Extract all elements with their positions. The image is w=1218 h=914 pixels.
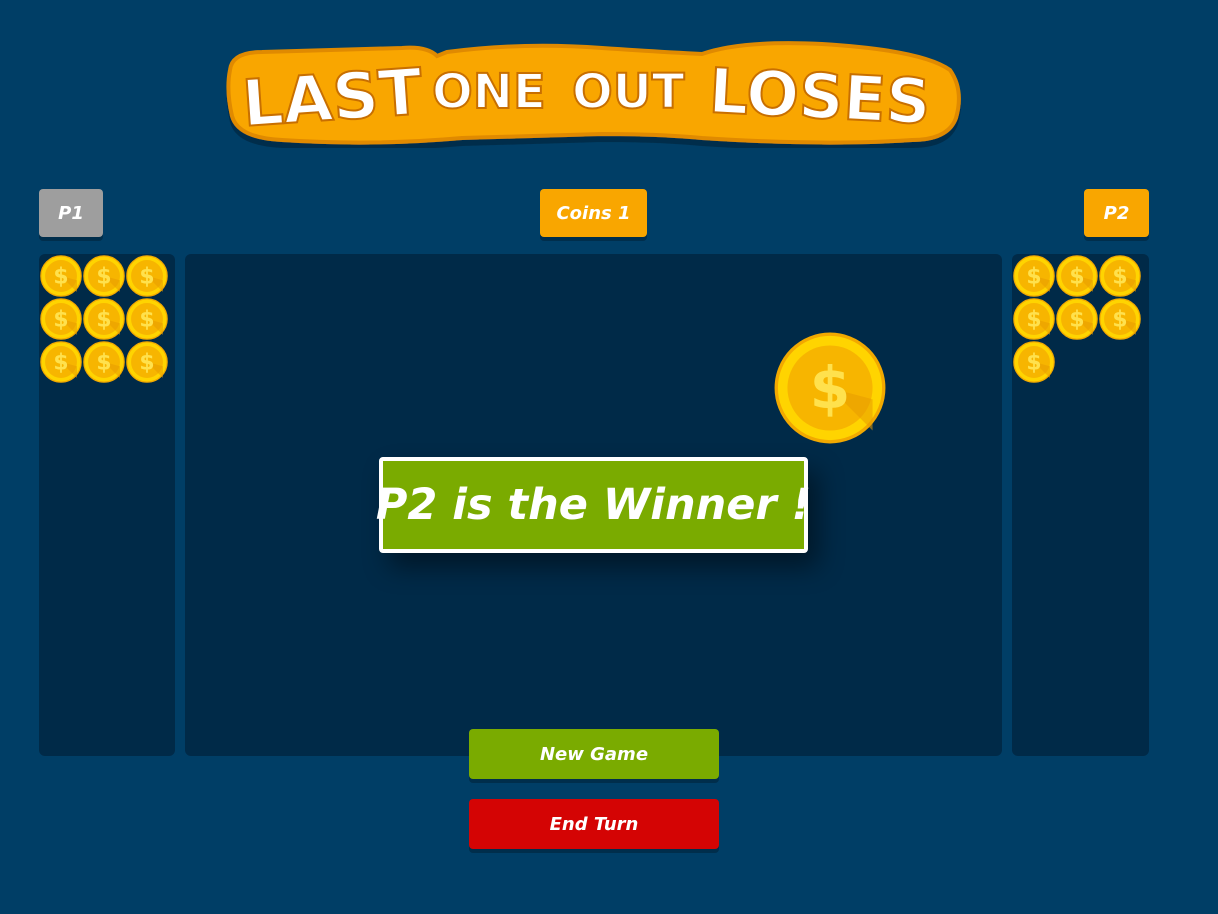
player-1-label: P1 <box>39 189 103 237</box>
logo-word-one: ONE <box>432 64 546 120</box>
logo-word-out: OUT <box>572 64 685 120</box>
svg-text:$: $ <box>1026 307 1041 332</box>
player-1-coin: $ <box>39 297 82 340</box>
logo-word-loses: LOSES <box>707 54 932 139</box>
player-2-label: P2 <box>1084 189 1149 237</box>
dollar-coin-icon: $ <box>1098 297 1141 340</box>
player-2-coin: $ <box>1055 297 1098 340</box>
dollar-coin-icon: $ <box>82 297 125 340</box>
svg-text:$: $ <box>139 264 154 289</box>
svg-text:$: $ <box>1026 350 1041 375</box>
dollar-coin-icon: $ <box>125 297 168 340</box>
svg-text:$: $ <box>810 354 851 422</box>
pile-coin[interactable]: $ <box>774 332 886 444</box>
logo-word-last: LAST <box>240 56 425 142</box>
dollar-coin-icon: $ <box>82 340 125 383</box>
game-stage: LAST ONE OUT LOSES P1 Coins 1 P2 $ $ $ $ $ $ $… <box>0 0 1218 914</box>
dollar-coin-icon: $ <box>1055 297 1098 340</box>
player-1-coin: $ <box>82 254 125 297</box>
game-logo: LAST ONE OUT LOSES <box>222 30 962 148</box>
svg-text:$: $ <box>96 350 111 375</box>
player-2-coin: $ <box>1012 297 1055 340</box>
player-1-coin: $ <box>82 297 125 340</box>
coins-remaining-label: Coins 1 <box>540 189 647 237</box>
winner-banner: P2 is the Winner ! <box>376 457 811 553</box>
player-1-coin: $ <box>82 340 125 383</box>
new-game-button[interactable]: New Game <box>469 729 719 779</box>
svg-text:$: $ <box>1026 264 1041 289</box>
svg-text:$: $ <box>53 350 68 375</box>
svg-text:$: $ <box>96 307 111 332</box>
dollar-coin-icon: $ <box>1098 254 1141 297</box>
player-1-coin: $ <box>125 254 168 297</box>
svg-text:$: $ <box>53 264 68 289</box>
svg-text:$: $ <box>1069 307 1084 332</box>
player-2-coin-grid: $ $ $ $ $ $ $ <box>1012 254 1148 383</box>
svg-text:$: $ <box>53 307 68 332</box>
player-1-coin: $ <box>125 340 168 383</box>
player-1-coin: $ <box>39 340 82 383</box>
end-turn-button[interactable]: End Turn <box>469 799 719 849</box>
player-1-coin: $ <box>39 254 82 297</box>
svg-text:$: $ <box>1112 307 1127 332</box>
dollar-coin-icon: $ <box>1012 340 1055 383</box>
player-2-coin: $ <box>1012 340 1055 383</box>
player-1-coin-grid: $ $ $ $ $ $ $ $ $ <box>39 254 175 383</box>
svg-text:$: $ <box>1069 264 1084 289</box>
dollar-coin-icon: $ <box>39 297 82 340</box>
dollar-coin-icon: $ <box>125 254 168 297</box>
svg-text:$: $ <box>139 350 154 375</box>
dollar-coin-icon: $ <box>125 340 168 383</box>
svg-text:$: $ <box>139 307 154 332</box>
dollar-coin-icon: $ <box>774 332 886 444</box>
dollar-coin-icon: $ <box>82 254 125 297</box>
player-2-coin-tray: $ $ $ $ $ $ $ <box>1012 254 1149 756</box>
dollar-coin-icon: $ <box>39 254 82 297</box>
player-1-coin-tray: $ $ $ $ $ $ $ $ $ <box>39 254 175 756</box>
player-2-coin: $ <box>1055 254 1098 297</box>
dollar-coin-icon: $ <box>1055 254 1098 297</box>
player-1-coin: $ <box>125 297 168 340</box>
player-2-coin: $ <box>1012 254 1055 297</box>
dollar-coin-icon: $ <box>39 340 82 383</box>
dollar-coin-icon: $ <box>1012 297 1055 340</box>
svg-text:$: $ <box>1112 264 1127 289</box>
svg-text:$: $ <box>96 264 111 289</box>
logo-graphic: LAST ONE OUT LOSES <box>226 41 961 145</box>
dollar-coin-icon: $ <box>1012 254 1055 297</box>
player-2-coin: $ <box>1098 297 1141 340</box>
player-2-coin: $ <box>1098 254 1141 297</box>
